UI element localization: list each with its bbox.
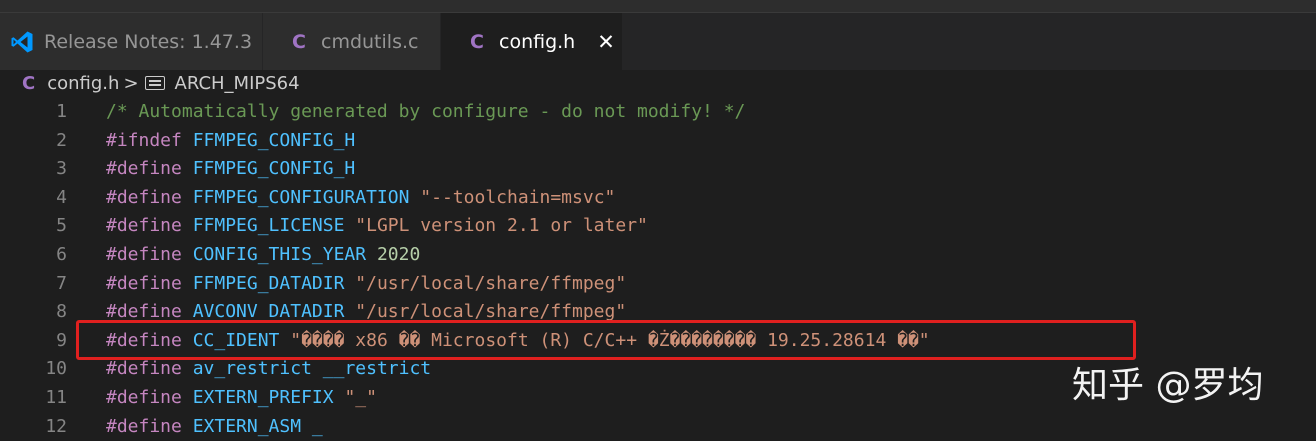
token-id: EXTERN_PREFIX — [192, 386, 334, 408]
token-kw: #define — [106, 358, 182, 380]
c-file-icon: C — [292, 30, 306, 53]
code-text: #define FFMPEG_DATADIR "/usr/local/share… — [106, 270, 626, 299]
code-line[interactable]: 2 #ifndef FFMPEG_CONFIG_H — [0, 127, 1316, 156]
token-str: "/usr/local/share/ffmpeg" — [355, 272, 627, 294]
token-kw: #define — [106, 186, 182, 208]
c-file-icon: C — [22, 72, 36, 94]
token-id: _ — [311, 415, 323, 437]
chevron-right-icon: > — [123, 72, 139, 94]
token-id: __restrict — [322, 358, 432, 380]
line-number: 10 — [45, 358, 67, 380]
token-id: CONFIG_THIS_YEAR — [192, 243, 367, 265]
token-comment: /* Automatically generated by configure … — [106, 101, 746, 122]
code-text: #define FFMPEG_CONFIGURATION "--toolchai… — [106, 184, 615, 213]
token-kw: #define — [106, 243, 182, 265]
line-number: 1 — [56, 101, 67, 122]
line-number: 9 — [56, 329, 67, 351]
token-kw: #define — [106, 386, 182, 408]
token-kw: #define — [106, 272, 182, 294]
token-kw: #define — [106, 415, 182, 437]
tab-release-notes[interactable]: Release Notes: 1.47.3 — [0, 13, 263, 70]
token-kw: #define — [106, 158, 182, 180]
token-str: "_" — [344, 386, 377, 408]
code-text: /* Automatically generated by configure … — [106, 98, 745, 127]
tab-config-h[interactable]: C config.h ✕ — [441, 13, 623, 70]
code-line[interactable]: 6 #define CONFIG_THIS_YEAR 2020 — [0, 241, 1316, 270]
line-number: 3 — [56, 158, 67, 180]
token-kw: #define — [106, 301, 182, 323]
code-line[interactable]: 1 /* Automatically generated by configure… — [0, 98, 1316, 127]
code-line[interactable]: 3 #define FFMPEG_CONFIG_H — [0, 155, 1316, 184]
code-text: #define EXTERN_PREFIX "_" — [106, 384, 377, 413]
tab-label: Release Notes: 1.47.3 — [44, 30, 253, 53]
tab-label: cmdutils.c — [321, 30, 419, 53]
watermark-text: 知乎 @罗均 — [1072, 365, 1264, 406]
tab-label: config.h — [499, 30, 576, 53]
token-id: AVCONV_DATADIR — [192, 301, 345, 323]
highlight-annotation-box — [76, 320, 1136, 360]
vscode-icon — [8, 30, 36, 54]
c-file-icon: C — [470, 30, 484, 53]
token-str: "--toolchain=msvc" — [420, 186, 616, 208]
token-str: "LGPL version 2.1 or later" — [355, 215, 648, 237]
token-str: "/usr/local/share/ffmpeg" — [355, 301, 627, 323]
line-number: 4 — [56, 186, 67, 208]
editor-tab-bar: Release Notes: 1.47.3 C cmdutils.c C con… — [0, 12, 1316, 70]
token-kw: #ifndef — [106, 129, 182, 151]
tab-cmdutils[interactable]: C cmdutils.c — [263, 13, 441, 70]
token-num: 2020 — [376, 243, 421, 265]
breadcrumb-file[interactable]: config.h — [47, 73, 119, 94]
code-line[interactable]: 4 #define FFMPEG_CONFIGURATION "--toolcha… — [0, 184, 1316, 213]
code-text: #define CONFIG_THIS_YEAR 2020 — [106, 241, 420, 270]
line-number: 5 — [56, 215, 67, 237]
token-id: EXTERN_ASM — [192, 415, 302, 437]
code-line[interactable]: 5 #define FFMPEG_LICENSE "LGPL version 2.… — [0, 212, 1316, 241]
line-number: 6 — [56, 243, 67, 265]
code-text: #define FFMPEG_CONFIG_H — [106, 155, 355, 184]
line-number: 11 — [45, 386, 67, 408]
token-id: av_restrict — [192, 358, 312, 380]
close-icon[interactable]: ✕ — [597, 30, 615, 54]
breadcrumb: C config.h > ARCH_MIPS64 — [0, 69, 1316, 97]
code-text: #ifndef FFMPEG_CONFIG_H — [106, 127, 355, 156]
token-id: FFMPEG_CONFIG_H — [192, 129, 356, 151]
code-text: #define FFMPEG_LICENSE "LGPL version 2.1… — [106, 212, 648, 241]
token-id: FFMPEG_LICENSE — [192, 215, 345, 237]
token-kw: #define — [106, 215, 182, 237]
line-number: 2 — [56, 129, 67, 151]
token-id: FFMPEG_CONFIG_H — [192, 158, 356, 180]
title-bar — [0, 0, 1316, 12]
code-line[interactable]: 7 #define FFMPEG_DATADIR "/usr/local/shar… — [0, 270, 1316, 299]
line-number: 8 — [56, 301, 67, 323]
token-id: FFMPEG_DATADIR — [192, 272, 345, 294]
breadcrumb-symbol[interactable]: ARCH_MIPS64 — [175, 73, 300, 94]
token-id: FFMPEG_CONFIGURATION — [192, 186, 410, 208]
line-number: 7 — [56, 272, 67, 294]
symbol-constant-icon — [144, 76, 165, 90]
